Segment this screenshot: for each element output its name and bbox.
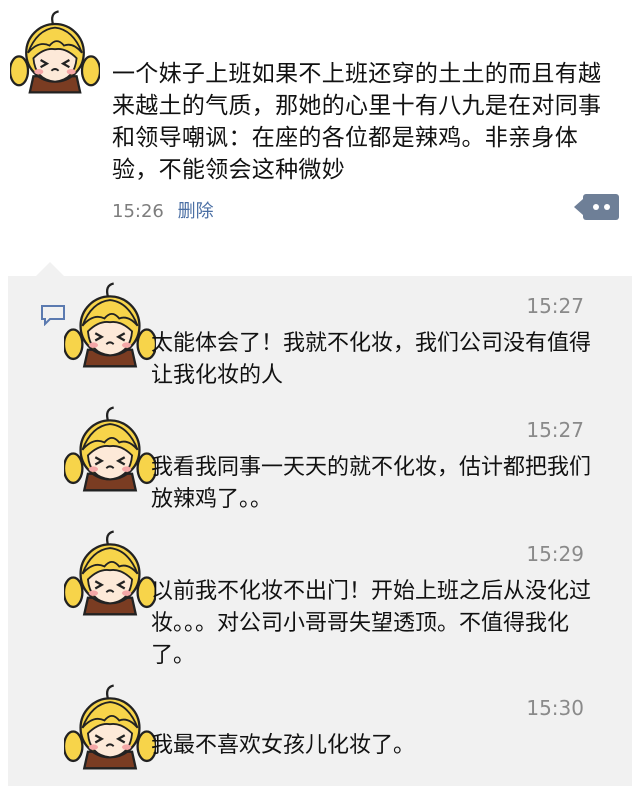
commenter-avatar[interactable] [64,526,156,618]
comment-section: 15:27 太能体会了！我就不化妆，我们公司没有值得让我化妆的人 15:27 我… [8,262,632,786]
author-avatar[interactable] [10,6,100,96]
comment-time: 15:30 [526,696,584,720]
comment-time: 15:27 [526,418,584,442]
post-time: 15:26 [112,201,164,222]
comment-time: 15:27 [526,294,584,318]
comment-time: 15:29 [526,542,584,566]
comment-text[interactable]: 我看我同事一天天的就不化妆，估计都把我们放辣鸡了。。 [151,452,611,516]
comment-bubble-icon [41,305,65,326]
delete-link[interactable]: 删除 [178,201,214,222]
moment-post: 一个妹子上班如果不上班还穿的土土的而且有越来越土的气质，那她的心里十有八九是在对… [0,0,640,260]
commenter-avatar[interactable] [64,680,156,772]
post-meta: 15:26 删除 [112,197,214,223]
comment-text[interactable]: 太能体会了！我就不化妆，我们公司没有值得让我化妆的人 [151,328,611,392]
comment-text[interactable]: 以前我不化妆不出门！开始上班之后从没化过妆。。。对公司小哥哥失望透顶。不值得我化… [151,576,611,672]
commenter-avatar[interactable] [64,402,156,494]
more-dots-icon[interactable] [574,194,619,220]
comment-text[interactable]: 我最不喜欢女孩儿化妆了。 [151,730,611,762]
post-text: 一个妹子上班如果不上班还穿的土土的而且有越来越土的气质，那她的心里十有八九是在对… [112,61,602,183]
commenter-avatar[interactable] [64,278,156,370]
